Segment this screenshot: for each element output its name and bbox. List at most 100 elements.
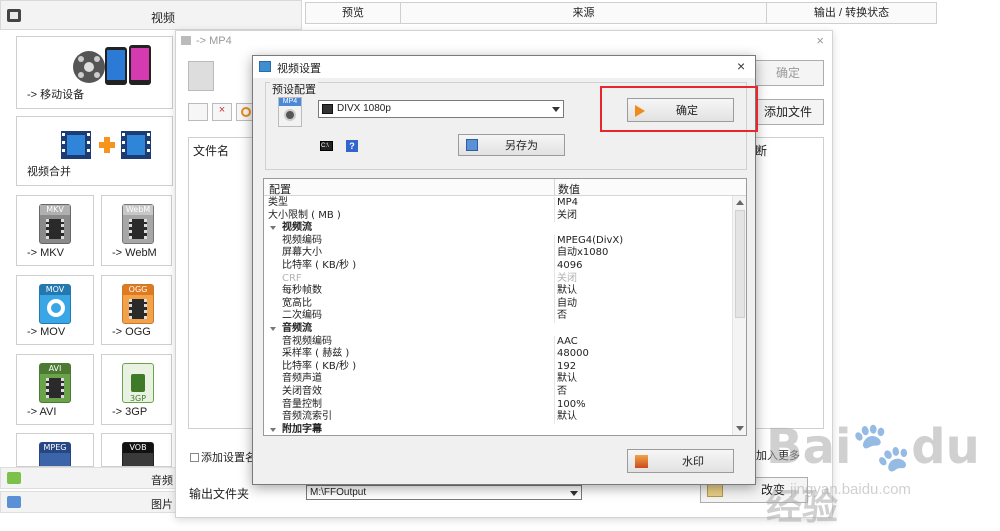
webm-file-icon: WebM <box>122 204 154 244</box>
property-value[interactable]: MP4 <box>557 197 578 210</box>
property-name: 视频流 <box>282 222 312 234</box>
tile-label: 视频合并 <box>27 166 71 178</box>
output-folder-select[interactable]: M:\FFOutput <box>306 485 582 500</box>
property-name: 宽高比 <box>282 297 312 309</box>
3gp-file-icon: 3GP <box>122 363 154 403</box>
column-output-status[interactable]: 输出 / 转换状态 <box>767 3 936 23</box>
avi-file-icon: AVI <box>39 363 71 403</box>
close-icon[interactable]: × <box>737 58 745 74</box>
collapse-icon[interactable] <box>270 226 276 231</box>
category-title: 视频 <box>151 11 176 25</box>
tile-label: -> WebM <box>112 247 157 259</box>
property-name: 屏幕大小 <box>282 247 322 259</box>
left-panel-header[interactable]: 视频 <box>0 0 302 30</box>
property-row[interactable]: 音频声道 默认 <box>264 373 732 386</box>
property-value[interactable]: MPEG4(DivX) <box>557 235 623 248</box>
tile-mobile-devices[interactable]: -> 移动设备 <box>16 36 173 109</box>
property-row[interactable]: 屏幕大小 自动x1080 <box>264 247 732 260</box>
file-list-right: 断 <box>752 137 824 429</box>
watermark-icon <box>635 455 648 468</box>
property-row[interactable]: 音频流索引 默认 <box>264 411 732 424</box>
file-name-header: 文件名 <box>193 144 230 158</box>
save-as-button[interactable]: 另存为 <box>458 134 565 156</box>
column-header: 断 <box>755 144 768 158</box>
property-row[interactable]: 采样率 ( 赫兹 ) 48000 <box>264 348 732 361</box>
property-value[interactable]: 自动x1080 <box>557 247 608 260</box>
property-name: 比特率 ( KB/秒 ) <box>282 260 357 271</box>
tile-label: -> 3GP <box>112 406 148 418</box>
add-icon[interactable] <box>188 103 208 121</box>
property-row[interactable]: 每秒帧数 默认 <box>264 285 732 298</box>
add-file-button[interactable]: 添加文件 <box>752 99 824 125</box>
property-value[interactable]: 否 <box>557 386 567 399</box>
property-value[interactable]: 默认 <box>557 373 577 386</box>
ok-button[interactable]: 确定 <box>752 60 824 86</box>
property-value[interactable]: 192 <box>557 361 576 374</box>
checkbox[interactable] <box>190 453 199 462</box>
collapse-icon[interactable] <box>270 427 276 432</box>
property-value[interactable]: 关闭 <box>557 273 577 286</box>
property-row[interactable]: CRF 关闭 <box>264 272 732 286</box>
tile-ogg[interactable]: OGG -> OGG <box>101 275 172 345</box>
property-row[interactable]: 类型 MP4 <box>264 197 732 210</box>
tile-mpeg[interactable]: MPEG <box>16 433 94 467</box>
watermark-url: jingyan.baidu.com <box>790 481 911 498</box>
scroll-thumb[interactable] <box>735 210 745 318</box>
scroll-up-icon[interactable] <box>736 200 744 205</box>
property-name: 大小限制 ( MB ) <box>268 209 341 221</box>
close-icon[interactable]: × <box>816 33 824 48</box>
property-name: 比特率 ( KB/秒 ) <box>282 360 357 372</box>
tile-avi[interactable]: AVI -> AVI <box>16 354 94 425</box>
tile-mkv[interactable]: MKV -> MKV <box>16 195 94 266</box>
property-value[interactable]: 否 <box>557 310 567 323</box>
property-category[interactable]: 附加字幕 <box>264 424 732 435</box>
property-value[interactable]: 100% <box>557 399 586 412</box>
property-value[interactable]: 默认 <box>557 411 577 424</box>
tile-video-merge[interactable]: 视频合并 <box>16 116 173 186</box>
property-row[interactable]: 比特率 ( KB/秒 ) 192 <box>264 360 732 374</box>
scroll-down-icon[interactable] <box>736 426 744 431</box>
tile-label: -> OGG <box>112 326 151 338</box>
column-value: 数值 <box>558 184 580 196</box>
tile-3gp[interactable]: 3GP -> 3GP <box>101 354 172 425</box>
property-row[interactable]: 视频编码 MPEG4(DivX) <box>264 234 732 248</box>
remove-icon[interactable]: × <box>212 103 232 121</box>
property-row[interactable]: 音量控制 100% <box>264 398 732 412</box>
settings-property-grid[interactable]: 配置 数值 类型 MP4 大小限制 ( MB ) 关闭 视频流 视频编码 MPEG4(Div… <box>263 178 747 436</box>
property-value[interactable]: 默认 <box>557 285 577 298</box>
tile-label: -> AVI <box>27 406 57 418</box>
property-value[interactable]: 4096 <box>557 260 582 273</box>
dialog-titlebar[interactable]: 视频设置 × <box>253 56 755 78</box>
property-value[interactable]: 自动 <box>557 298 577 311</box>
column-preview[interactable]: 预览 <box>306 3 401 23</box>
property-category[interactable]: 音频流 <box>264 323 732 336</box>
help-icon[interactable]: ? <box>346 140 358 152</box>
property-value[interactable]: AAC <box>557 336 578 349</box>
property-row[interactable]: 大小限制 ( MB ) 关闭 <box>264 209 732 223</box>
film-icon <box>7 9 21 22</box>
property-row[interactable]: 关闭音效 否 <box>264 386 732 399</box>
watermark-button[interactable]: 水印 <box>627 449 734 473</box>
music-note-icon <box>7 472 21 484</box>
property-row[interactable]: 音视频编码 AAC <box>264 335 732 349</box>
category-label: 图片 <box>151 499 173 511</box>
tile-webm[interactable]: WebM -> WebM <box>101 195 172 266</box>
property-name: 音视频编码 <box>282 335 332 347</box>
tile-mov[interactable]: MOV -> MOV <box>16 275 94 345</box>
collapse-icon[interactable] <box>270 327 276 331</box>
property-value[interactable]: 关闭 <box>557 210 577 223</box>
mpeg-file-icon: MPEG <box>39 442 71 466</box>
property-value[interactable]: 48000 <box>557 348 589 361</box>
property-row[interactable]: 二次编码 否 <box>264 310 732 323</box>
property-row[interactable]: 宽高比 自动 <box>264 297 732 311</box>
mkv-file-icon: MKV <box>39 204 71 244</box>
preset-select[interactable]: DIVX 1080p <box>318 100 564 118</box>
tile-vob[interactable]: VOB <box>101 433 172 467</box>
property-row[interactable]: 比特率 ( KB/秒 ) 4096 <box>264 260 732 273</box>
command-line-icon[interactable]: C:\ <box>320 141 333 151</box>
column-source[interactable]: 来源 <box>401 3 767 23</box>
property-category[interactable]: 视频流 <box>264 222 732 235</box>
property-grid-scrollbar[interactable] <box>732 196 746 435</box>
mobile-devices-icon <box>73 45 151 85</box>
property-name: 采样率 ( 赫兹 ) <box>282 348 350 360</box>
